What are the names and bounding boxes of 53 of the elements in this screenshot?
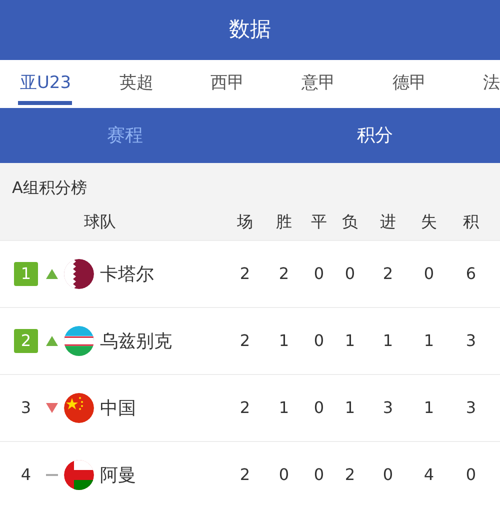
view-tab[interactable]: 积分: [250, 108, 500, 163]
stat-cell-text: 0: [344, 263, 356, 285]
league-tab[interactable]: 意甲: [273, 60, 364, 108]
rank-badge: 1: [14, 262, 38, 286]
rank-number: 3: [20, 397, 32, 419]
stat-cell-text: 0: [312, 263, 326, 285]
stat-cell-text: 2: [238, 263, 252, 285]
stat-cell-text: 0: [312, 330, 326, 352]
stat-cell-text: 1: [278, 397, 290, 419]
stat-cell-text: 1: [422, 330, 436, 352]
stat-cell-text: 2: [238, 397, 252, 419]
stat-cell-text: 3: [382, 397, 394, 419]
league-tab[interactable]: 法: [455, 60, 500, 108]
team-name: 卡塔尔: [100, 262, 154, 286]
team-name: 阿曼: [100, 464, 136, 488]
team-name: 乌兹别克: [100, 330, 172, 354]
page-title: 数据: [229, 16, 271, 44]
column-header: 平: [310, 211, 328, 233]
rank-badge: 2: [14, 329, 38, 353]
column-header: 负: [341, 211, 359, 233]
stat-cell-text: 0: [464, 464, 478, 486]
column-header: 球队: [84, 211, 116, 233]
stat-cell-text: 0: [312, 464, 326, 486]
stat-cell-text: 1: [344, 397, 356, 419]
group-title: A组积分榜: [12, 177, 87, 199]
league-tab[interactable]: 英超: [91, 60, 182, 108]
stat-cell-text: 2: [382, 263, 394, 285]
stat-cell-text: 1: [382, 330, 394, 352]
stat-cell-text: 0: [278, 464, 290, 486]
column-header: 积: [462, 211, 480, 233]
league-tab[interactable]: 德甲: [364, 60, 455, 108]
stat-cell-text: 2: [238, 330, 252, 352]
rank-number: 4: [20, 464, 32, 486]
stat-cell-text: 1: [278, 330, 290, 352]
stat-cell-text: 4: [422, 464, 436, 486]
stat-cell-text: 2: [278, 263, 290, 285]
column-header: 胜: [275, 211, 293, 233]
league-tab[interactable]: 西甲: [182, 60, 273, 108]
stat-cell-text: 0: [382, 464, 394, 486]
stat-cell-text: 0: [422, 263, 436, 285]
team-name: 中国: [100, 396, 136, 420]
column-header: 失: [420, 211, 438, 233]
column-header: 场: [236, 211, 254, 233]
stat-cell-text: 2: [238, 464, 252, 486]
stat-cell-text: 3: [464, 397, 478, 419]
stat-cell-text: 3: [464, 330, 478, 352]
league-tab[interactable]: 亚U23: [0, 60, 91, 108]
column-header: 进: [379, 211, 397, 233]
stat-cell-text: 1: [344, 330, 356, 352]
stat-cell-text: 0: [312, 397, 326, 419]
stat-cell-text: 6: [464, 263, 478, 285]
stat-cell-text: 1: [422, 397, 436, 419]
stat-cell-text: 2: [344, 464, 356, 486]
